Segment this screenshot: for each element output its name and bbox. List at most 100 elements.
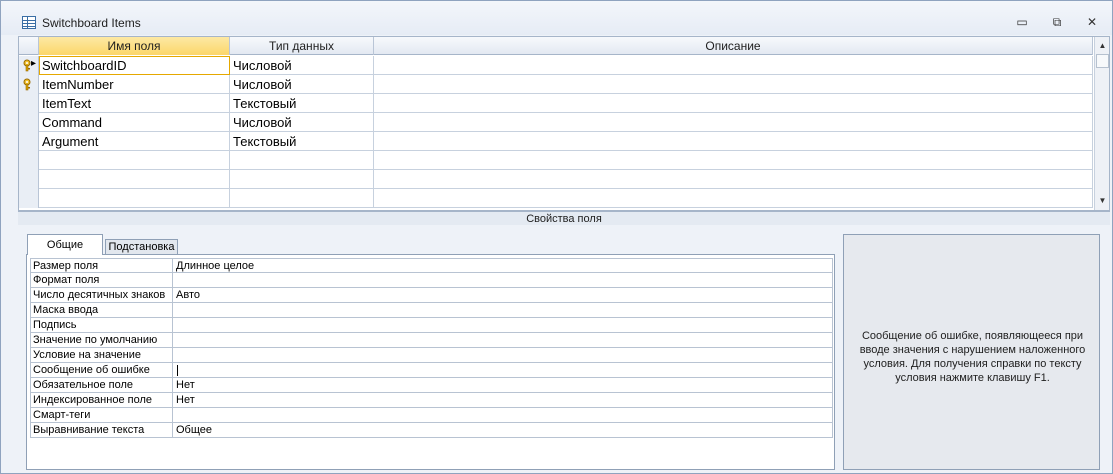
property-label: Выравнивание текста: [31, 423, 173, 437]
description-cell[interactable]: [374, 132, 1093, 151]
title-bar[interactable]: Switchboard Items ▭ ⧉ ✕: [1, 1, 1112, 35]
description-cell[interactable]: [374, 94, 1093, 113]
field-name-cell[interactable]: [39, 170, 230, 189]
help-panel: Сообщение об ошибке, появляющееся при вв…: [843, 234, 1100, 470]
property-row[interactable]: Выравнивание текста Общее: [30, 423, 833, 438]
data-type-cell[interactable]: [230, 170, 374, 189]
property-row[interactable]: Индексированное поле Нет: [30, 393, 833, 408]
grid-vertical-scrollbar[interactable]: ▲ ▼: [1094, 37, 1109, 210]
property-row[interactable]: Обязательное поле Нет: [30, 378, 833, 393]
primary-key-icon: [23, 78, 31, 91]
data-type-cell[interactable]: Текстовый: [230, 132, 374, 151]
tab-lookup[interactable]: Подстановка: [105, 239, 178, 255]
property-value[interactable]: [174, 333, 832, 347]
property-row[interactable]: Смарт-теги: [30, 408, 833, 423]
property-label: Индексированное поле: [31, 393, 173, 407]
property-row[interactable]: Условие на значение: [30, 348, 833, 363]
field-name-cell[interactable]: [39, 189, 230, 208]
close-icon[interactable]: ✕: [1081, 13, 1103, 31]
property-value-text: Авто: [176, 289, 200, 301]
field-name-cell[interactable]: Argument: [39, 132, 230, 151]
data-type-cell[interactable]: [230, 189, 374, 208]
property-value-text: Нет: [176, 379, 195, 391]
property-value[interactable]: Общее: [174, 423, 832, 437]
table-row[interactable]: ▸ SwitchboardID Числовой: [19, 56, 1093, 75]
property-row[interactable]: Значение по умолчанию: [30, 333, 833, 348]
data-type-cell[interactable]: Числовой: [230, 113, 374, 132]
description-cell[interactable]: [374, 189, 1093, 208]
property-row[interactable]: Маска ввода: [30, 303, 833, 318]
row-selector[interactable]: [19, 189, 39, 208]
property-label: Размер поля: [31, 259, 173, 273]
property-label: Смарт-теги: [31, 408, 173, 422]
property-label: Формат поля: [31, 273, 173, 287]
property-value[interactable]: [174, 273, 832, 287]
scroll-thumb[interactable]: [1096, 54, 1109, 68]
property-label: Сообщение об ошибке: [31, 363, 173, 377]
table-row[interactable]: Command Числовой: [19, 113, 1093, 132]
property-value[interactable]: [174, 408, 832, 422]
header-data-type[interactable]: Тип данных: [230, 37, 374, 55]
property-value-text: Общее: [176, 424, 213, 436]
data-type-cell[interactable]: Текстовый: [230, 94, 374, 113]
row-selector[interactable]: [19, 94, 39, 113]
table-row[interactable]: ItemNumber Числовой: [19, 75, 1093, 94]
table-row[interactable]: ItemText Текстовый: [19, 94, 1093, 113]
table-design-window: Switchboard Items ▭ ⧉ ✕ Имя поля Тип дан…: [0, 0, 1113, 474]
description-cell[interactable]: [374, 151, 1093, 170]
row-selector[interactable]: ▸: [19, 56, 39, 75]
property-row[interactable]: Размер поля Длинное целое: [30, 258, 833, 273]
field-name-cell[interactable]: ItemNumber: [39, 75, 230, 94]
table-row[interactable]: [19, 170, 1093, 189]
property-value[interactable]: [174, 318, 832, 332]
description-cell[interactable]: [374, 56, 1093, 75]
table-row[interactable]: [19, 151, 1093, 170]
row-selector[interactable]: [19, 151, 39, 170]
description-cell[interactable]: [374, 113, 1093, 132]
property-row[interactable]: Подпись: [30, 318, 833, 333]
data-type-cell[interactable]: Числовой: [230, 56, 374, 75]
property-row[interactable]: Сообщение об ошибке: [30, 363, 833, 378]
minimize-icon[interactable]: ▭: [1011, 13, 1033, 31]
select-all-corner[interactable]: [19, 37, 39, 55]
scroll-up-icon[interactable]: ▲: [1095, 39, 1109, 53]
property-value[interactable]: [174, 303, 832, 317]
property-label: Подпись: [31, 318, 173, 332]
scroll-down-icon[interactable]: ▼: [1095, 194, 1109, 208]
property-value[interactable]: [174, 363, 832, 377]
property-label: Значение по умолчанию: [31, 333, 173, 347]
grid-header: Имя поля Тип данных Описание: [19, 37, 1093, 55]
field-properties-panel: Размер поля Длинное целое Формат поля Число…: [26, 254, 835, 470]
property-value[interactable]: Длинное целое: [174, 259, 832, 273]
restore-icon[interactable]: ⧉: [1046, 13, 1068, 31]
header-field-name[interactable]: Имя поля: [39, 37, 230, 55]
row-selector[interactable]: [19, 75, 39, 94]
property-row[interactable]: Формат поля: [30, 273, 833, 288]
tab-general[interactable]: Общие: [27, 234, 103, 255]
property-value-text: Длинное целое: [176, 260, 255, 272]
row-selector[interactable]: [19, 170, 39, 189]
field-name-cell[interactable]: [39, 151, 230, 170]
header-description[interactable]: Описание: [374, 37, 1093, 55]
table-row[interactable]: Argument Текстовый: [19, 132, 1093, 151]
description-cell[interactable]: [374, 75, 1093, 94]
row-selector[interactable]: [19, 113, 39, 132]
property-value[interactable]: Нет: [174, 393, 832, 407]
property-value[interactable]: Нет: [174, 378, 832, 392]
property-value[interactable]: Авто: [174, 288, 832, 302]
property-label: Условие на значение: [31, 348, 173, 362]
field-name-cell[interactable]: SwitchboardID: [39, 56, 230, 75]
field-name-cell[interactable]: Command: [39, 113, 230, 132]
text-cursor: [177, 364, 178, 376]
field-grid: Имя поля Тип данных Описание ▸ Switchboar…: [18, 36, 1110, 211]
data-type-cell[interactable]: [230, 151, 374, 170]
data-type-cell[interactable]: Числовой: [230, 75, 374, 94]
property-label: Обязательное поле: [31, 378, 173, 392]
property-value[interactable]: [174, 348, 832, 362]
row-selector[interactable]: [19, 132, 39, 151]
description-cell[interactable]: [374, 170, 1093, 189]
property-row[interactable]: Число десятичных знаков Авто: [30, 288, 833, 303]
table-row[interactable]: [19, 189, 1093, 208]
property-value-text: Нет: [176, 394, 195, 406]
field-name-cell[interactable]: ItemText: [39, 94, 230, 113]
